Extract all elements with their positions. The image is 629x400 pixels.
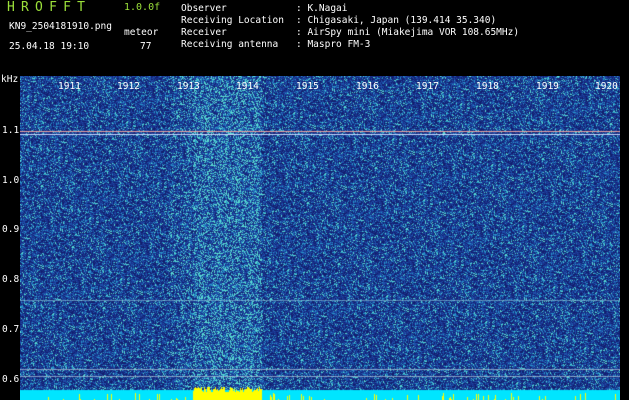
- location-label: Receiving Location: [181, 15, 284, 26]
- time-tick-1917: 1917: [416, 81, 439, 92]
- time-tick-1911: 1911: [58, 81, 81, 92]
- freq-tick-0-6: 0.6: [2, 374, 20, 385]
- time-tick-1912: 1912: [117, 81, 140, 92]
- time-tick-1913: 1913: [177, 81, 200, 92]
- location-value: : Chigasaki, Japan (139.414 35.340): [296, 15, 497, 26]
- freq-tick-0-7: 0.7: [2, 324, 20, 335]
- app-version: 1.0.0f: [124, 2, 161, 13]
- freq-tick-1-1: 1.1: [2, 125, 20, 136]
- antenna-label: Receiving antenna: [181, 39, 279, 50]
- observer-value: : K.Nagai: [296, 3, 348, 14]
- meteor-label: meteor: [124, 27, 159, 38]
- freq-tick-0-8: 0.8: [2, 274, 20, 285]
- header-panel: HROFFT 1.0.0f KN9_2504181910.png meteor …: [0, 0, 629, 72]
- time-tick-1918: 1918: [476, 81, 499, 92]
- observer-label: Observer: [181, 3, 227, 14]
- y-unit-label: kHz: [1, 74, 19, 85]
- freq-tick-1-0: 1.0: [2, 175, 20, 186]
- app-brand: HROFFT: [7, 0, 92, 15]
- meteor-count: 77: [140, 41, 152, 52]
- time-tick-1914: 1914: [236, 81, 259, 92]
- spectrogram: [20, 76, 620, 400]
- file-name: KN9_2504181910.png: [9, 21, 112, 32]
- freq-tick-0-9: 0.9: [2, 224, 20, 235]
- receiver-label: Receiver: [181, 27, 227, 38]
- time-tick-1915: 1915: [296, 81, 319, 92]
- antenna-value: : Maspro FM-3: [296, 39, 371, 50]
- receiver-value: : AirSpy mini (Miakejima VOR 108.65MHz): [296, 27, 520, 38]
- time-tick-1919: 1919: [536, 81, 559, 92]
- capture-datetime: 25.04.18 19:10: [9, 41, 90, 52]
- time-tick-1916: 1916: [356, 81, 379, 92]
- time-tick-1920: 1920: [595, 81, 618, 92]
